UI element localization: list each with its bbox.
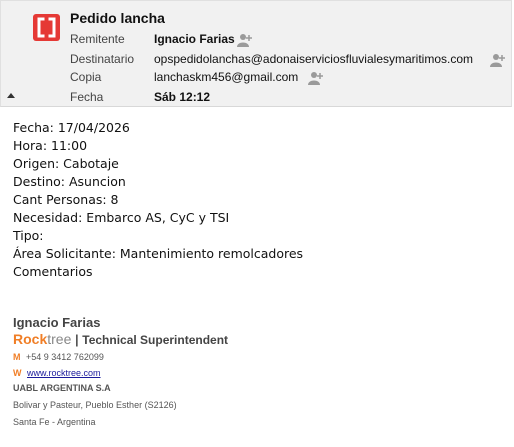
web-key: W: [13, 368, 22, 378]
body-line: Origen: Cabotaje: [13, 156, 119, 171]
brand-tree: tree: [47, 331, 72, 347]
cc-label: Copia: [70, 70, 102, 84]
sender-value[interactable]: Ignacio Farias: [154, 32, 235, 46]
signature-company: UABL ARGENTINA S.A: [13, 383, 111, 393]
signature-region: Santa Fe - Argentina: [13, 417, 96, 427]
date-value: Sáb 12:12: [154, 90, 211, 104]
collapse-triangle-icon[interactable]: [7, 93, 15, 98]
signature-address: Bolivar y Pasteur, Pueblo Esther (S2126): [13, 400, 177, 410]
mobile-key: M: [13, 352, 21, 362]
brand-rock: Rock: [13, 331, 48, 347]
add-contact-icon[interactable]: [308, 71, 324, 85]
recipient-value[interactable]: opspedidolanchas@adonaiserviciosfluviale…: [154, 52, 473, 66]
message-header: Pedido lancha Remitente Ignacio Farias D…: [0, 0, 512, 107]
body-line: Área Solicitante: Mantenimiento remolcad…: [13, 246, 304, 261]
signature-title: Technical Superintendent: [82, 333, 229, 347]
signature-brand: Rocktree | Technical Superintendent: [13, 331, 228, 347]
add-contact-icon[interactable]: [237, 33, 253, 47]
body-line: Cant Personas: 8: [13, 192, 119, 207]
body-line: Comentarios: [13, 264, 93, 279]
sender-label: Remitente: [70, 32, 125, 46]
body-line: Destino: Asuncion: [13, 174, 126, 189]
body-line: Hora: 11:00: [13, 138, 88, 153]
recipient-label: Destinatario: [70, 52, 135, 66]
body-line: Fecha: 17/04/2026: [13, 120, 130, 135]
body-line: Necesidad: Embarco AS, CyC y TSI: [13, 210, 230, 225]
signature-mobile: M +54 9 3412 762099: [13, 352, 228, 362]
cc-value[interactable]: lanchaskm456@gmail.com: [154, 70, 298, 84]
add-contact-icon[interactable]: [490, 53, 506, 67]
signature-web: W www.rocktree.com: [13, 368, 228, 378]
message-body: Fecha: 17/04/2026 Hora: 11:00 Origen: Ca…: [13, 119, 303, 281]
mobile-number: +54 9 3412 762099: [26, 352, 104, 362]
date-label: Fecha: [70, 90, 104, 104]
brand-separator: |: [74, 332, 79, 347]
message-subject: Pedido lancha: [70, 10, 165, 26]
body-line: Tipo:: [13, 228, 44, 243]
email-signature: Ignacio Farias Rocktree | Technical Supe…: [13, 315, 228, 427]
signature-name: Ignacio Farias: [13, 315, 101, 330]
app-logo-icon: [33, 14, 60, 41]
website-link[interactable]: www.rocktree.com: [27, 368, 101, 378]
